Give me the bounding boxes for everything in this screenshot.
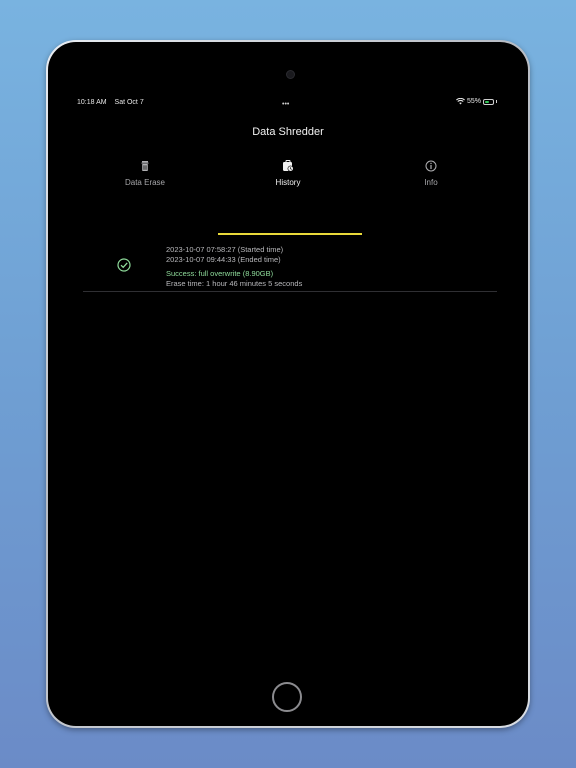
check-circle-icon: [117, 258, 131, 272]
trash-icon: [141, 161, 149, 171]
wifi-icon: [456, 98, 465, 105]
tab-label-info: Info: [424, 178, 438, 187]
status-time: 10:18 AM: [77, 99, 107, 106]
tab-label-history: History: [275, 178, 301, 187]
page-title: Data Shredder: [252, 126, 324, 138]
tablet-bezel: 10:18 AM Sat Oct 7 ••• 55% Data Shredder…: [48, 42, 528, 726]
info-icon: [425, 160, 437, 172]
status-date: Sat Oct 7: [114, 99, 144, 106]
tab-history[interactable]: History: [216, 160, 360, 196]
battery-cap: [496, 100, 497, 103]
multitasking-dots[interactable]: •••: [282, 101, 289, 108]
app-screen: 10:18 AM Sat Oct 7 ••• 55% Data Shredder…: [73, 92, 503, 667]
tab-info[interactable]: Info: [359, 160, 503, 196]
result-status: Success: full overwrite (8.90GB): [166, 269, 274, 278]
tab-bar: Data Erase History Info: [73, 160, 503, 196]
status-indicators: 55%: [456, 98, 497, 105]
front-camera: [286, 70, 295, 79]
started-time: 2023-10-07 07:58:27 (Started time): [166, 245, 284, 254]
history-icon: [283, 160, 294, 172]
history-details: 2023-10-07 07:58:27 (Started time) 2023-…: [166, 245, 302, 288]
battery-percent: 55%: [466, 98, 481, 105]
home-button[interactable]: [272, 682, 302, 712]
tab-data-erase[interactable]: Data Erase: [73, 160, 217, 196]
battery-icon: [483, 98, 494, 105]
erase-duration: Erase time: 1 hour 46 minutes 5 seconds: [166, 278, 303, 288]
list-item[interactable]: 2023-10-07 07:58:27 (Started time) 2023-…: [83, 242, 497, 292]
status-bar: 10:18 AM Sat Oct 7 ••• 55%: [73, 98, 503, 110]
status-time-date: 10:18 AM Sat Oct 7: [77, 99, 144, 106]
tablet-frame: 10:18 AM Sat Oct 7 ••• 55% Data Shredder…: [46, 40, 530, 728]
active-tab-indicator: [218, 233, 362, 235]
tab-label-data-erase: Data Erase: [124, 178, 166, 187]
battery-level: [485, 100, 489, 103]
ended-time: 2023-10-07 09:44:33 (Ended time): [166, 254, 281, 264]
